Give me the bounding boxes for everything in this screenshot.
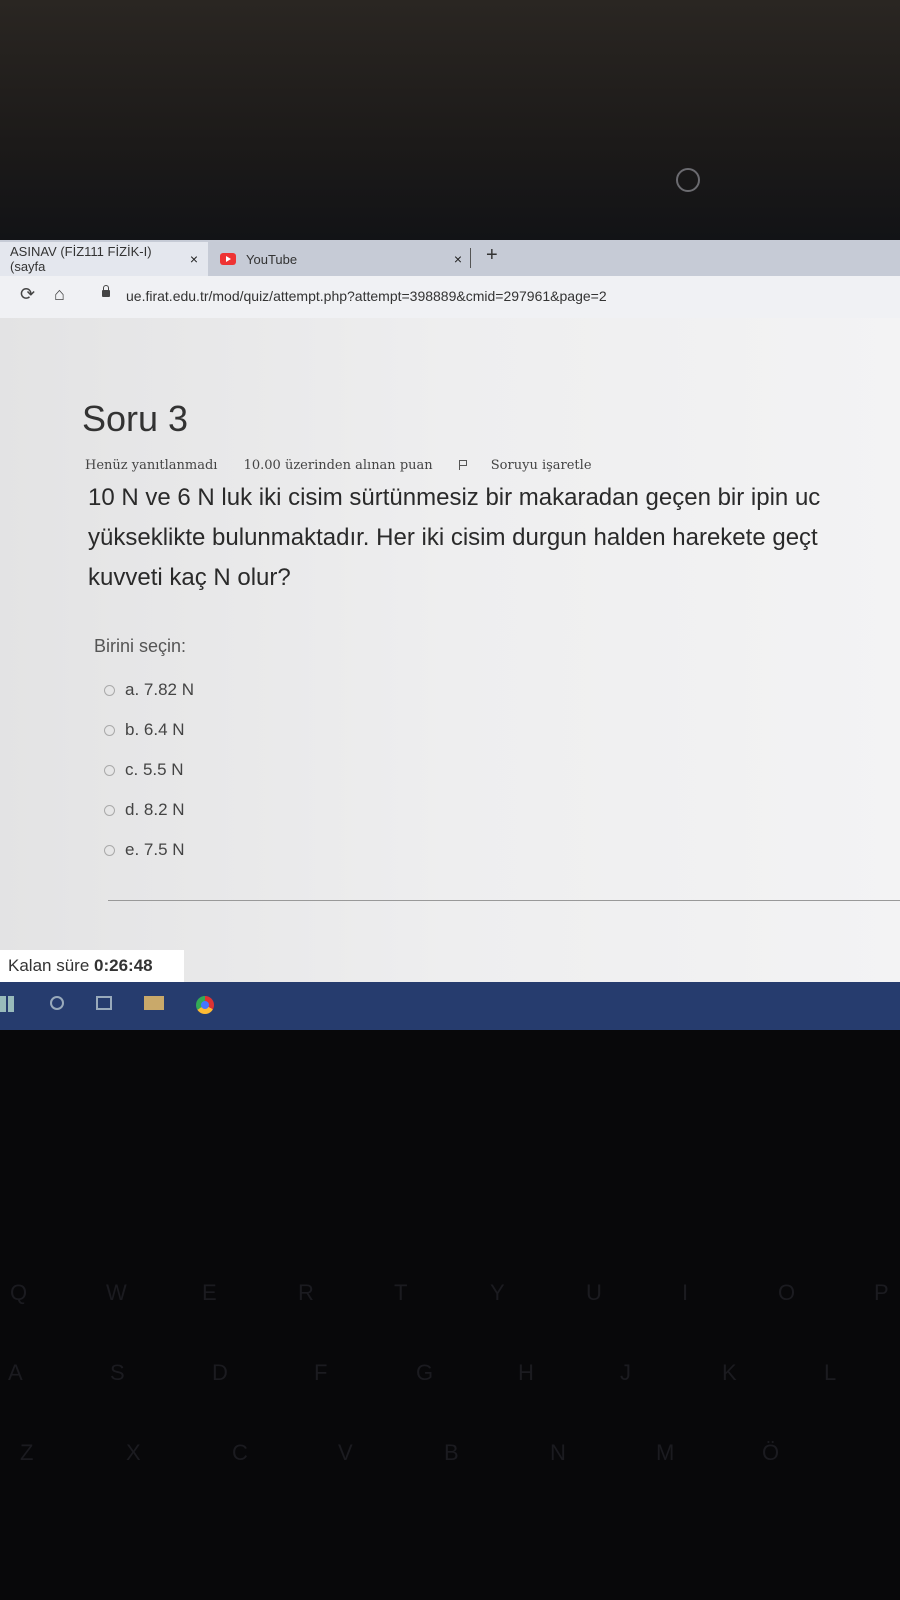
question-status: Henüz yanıtlanmadı: [85, 458, 218, 473]
tab-title: ASINAV (FİZ111 FİZİK-I) (sayfa: [10, 244, 152, 274]
answer-label: e. 7.5 N: [125, 840, 185, 859]
key-v: V: [338, 1440, 353, 1465]
key-t: T: [394, 1280, 408, 1305]
key-y: Y: [490, 1280, 505, 1305]
question-info: Henüz yanıtlanmadı 10.00 üzerinden alına…: [85, 458, 636, 473]
answer-prompt: Birini seçin:: [94, 636, 187, 656]
tab-youtube[interactable]: YouTube ×: [210, 242, 472, 276]
new-tab-button[interactable]: +: [486, 244, 498, 267]
flag-label: Soruyu işaretle: [490, 458, 592, 473]
key-z: Z: [20, 1440, 34, 1465]
flag-question-link[interactable]: Soruyu işaretle: [458, 458, 614, 473]
close-tab-icon[interactable]: ×: [454, 251, 462, 267]
key-x: X: [126, 1440, 141, 1465]
key-s: S: [110, 1360, 125, 1385]
key-b: B: [444, 1440, 459, 1465]
file-explorer-icon[interactable]: [144, 996, 164, 1010]
url-field[interactable]: ue.firat.edu.tr/mod/quiz/attempt.php?att…: [126, 288, 607, 304]
answer-label: a. 7.82 N: [125, 680, 194, 699]
answer-option-c[interactable]: c. 5.5 N: [104, 750, 194, 790]
question-points: 10.00 üzerinden alınan puan: [243, 458, 433, 473]
tab-bar: ASINAV (FİZ111 FİZİK-I) (sayfa × YouTube…: [0, 240, 900, 276]
tab-separator: [470, 248, 471, 268]
lock-icon: [102, 285, 110, 297]
windows-start-icon[interactable]: [0, 996, 14, 1012]
search-icon[interactable]: [50, 996, 64, 1010]
answer-option-a[interactable]: a. 7.82 N: [104, 670, 194, 710]
answer-option-b[interactable]: b. 6.4 N: [104, 710, 194, 750]
key-j: J: [620, 1360, 631, 1385]
answer-label: c. 5.5 N: [125, 760, 184, 779]
key-p: P: [874, 1280, 889, 1305]
youtube-icon: [220, 253, 236, 265]
key-r: R: [298, 1280, 314, 1305]
key-ö: Ö: [762, 1440, 780, 1465]
key-c: C: [232, 1440, 248, 1465]
key-l: L: [824, 1360, 837, 1385]
divider: [108, 900, 900, 901]
key-d: D: [212, 1360, 228, 1385]
answer-option-d[interactable]: d. 8.2 N: [104, 790, 194, 830]
answer-option-e[interactable]: e. 7.5 N: [104, 830, 194, 870]
key-u: U: [586, 1280, 602, 1305]
webcam-icon: [676, 168, 700, 192]
question-title: Soru 3: [82, 398, 189, 439]
radio-button[interactable]: [104, 844, 115, 856]
answer-label: b. 6.4 N: [125, 720, 185, 739]
key-h: H: [518, 1360, 534, 1385]
question-text-line: yükseklikte bulunmaktadır. Her iki cisim…: [88, 524, 818, 551]
radio-button[interactable]: [104, 684, 115, 696]
key-o: O: [778, 1280, 796, 1305]
reload-icon[interactable]: ⟳: [20, 284, 35, 305]
time-remaining: Kalan süre 0:26:48: [0, 950, 184, 982]
key-f: F: [314, 1360, 328, 1385]
radio-button[interactable]: [104, 724, 115, 736]
quiz-page: Soru 3 Henüz yanıtlanmadı 10.00 üzerinde…: [0, 318, 900, 1030]
answer-list: a. 7.82 N b. 6.4 N c. 5.5 N d. 8.2 N e. …: [104, 670, 194, 870]
key-m: M: [656, 1440, 675, 1465]
key-e: E: [202, 1280, 217, 1305]
key-a: A: [8, 1360, 23, 1385]
address-bar: ⟳ ⌂ ue.firat.edu.tr/mod/quiz/attempt.php…: [0, 276, 900, 319]
radio-button[interactable]: [104, 804, 115, 816]
task-view-icon[interactable]: [96, 996, 112, 1010]
key-i: I: [682, 1280, 689, 1305]
flag-icon: [458, 460, 469, 470]
key-g: G: [416, 1360, 434, 1385]
home-icon[interactable]: ⌂: [54, 284, 65, 305]
laptop-bezel: [0, 0, 900, 240]
question-text-line: kuvveti kaç N olur?: [88, 564, 291, 591]
key-k: K: [722, 1360, 737, 1385]
question-text: 10 N ve 6 N luk iki cisim sürtünmesiz bi…: [88, 478, 900, 598]
key-q: Q: [10, 1280, 28, 1305]
timer-value: 0:26:48: [94, 956, 153, 975]
key-n: N: [550, 1440, 566, 1465]
laptop-screen: ASINAV (FİZ111 FİZİK-I) (sayfa × YouTube…: [0, 240, 900, 1030]
chrome-icon[interactable]: [196, 996, 214, 1014]
radio-button[interactable]: [104, 764, 115, 776]
answer-label: d. 8.2 N: [125, 800, 185, 819]
tab-title: YouTube: [246, 251, 298, 267]
taskbar: [0, 982, 900, 1030]
tab-quiz[interactable]: ASINAV (FİZ111 FİZİK-I) (sayfa ×: [0, 242, 208, 276]
question-text-line: 10 N ve 6 N luk iki cisim sürtünmesiz bi…: [88, 484, 821, 511]
key-w: W: [106, 1280, 127, 1305]
laptop-keyboard: Q W E R T Y U I O P A S D F G H J K L Z X C V B N M Ö: [0, 1030, 900, 1600]
timer-label: Kalan süre: [8, 956, 90, 975]
close-tab-icon[interactable]: ×: [190, 251, 198, 267]
